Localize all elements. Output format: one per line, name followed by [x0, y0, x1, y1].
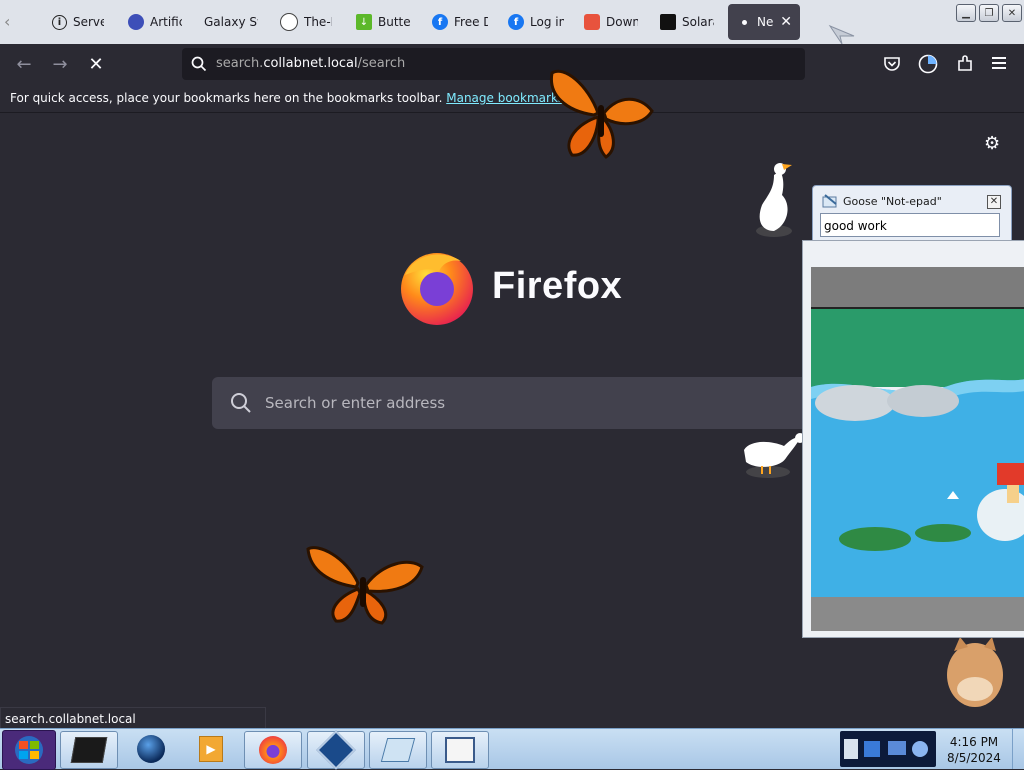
stop-loading-button[interactable]: ✕: [84, 52, 108, 76]
taskbar: ▶ 4:16 PM 8/5/2024: [0, 728, 1024, 770]
system-tray: [840, 731, 936, 767]
tab-login[interactable]: f Log in: [508, 6, 564, 38]
tab-github[interactable]: The-M: [280, 6, 332, 38]
document-icon: [445, 737, 475, 763]
tab-label: Free D: [454, 15, 488, 29]
taskbar-clock[interactable]: 4:16 PM 8/5/2024: [940, 734, 1008, 766]
tray-network-icon[interactable]: [864, 741, 880, 757]
bookmarks-toolbar: For quick access, place your bookmarks h…: [0, 84, 1024, 113]
url-bar[interactable]: search.collabnet.local/search: [182, 48, 805, 80]
extensions-icon[interactable]: [956, 55, 974, 73]
store-icon: [584, 14, 600, 30]
maximize-button[interactable]: ❐: [979, 4, 999, 22]
back-button[interactable]: ←: [12, 52, 36, 76]
tab-label: Butter: [378, 15, 410, 29]
tray-volume-icon[interactable]: [912, 741, 928, 757]
status-url: search.collabnet.local: [5, 712, 136, 726]
clock-time: 4:16 PM: [949, 735, 999, 749]
minimize-button[interactable]: ▁: [956, 4, 976, 22]
loading-dot-icon: [742, 19, 747, 25]
facebook-icon: f: [432, 14, 448, 30]
start-button[interactable]: [2, 730, 56, 770]
pocket-icon[interactable]: [883, 56, 901, 72]
nav-toolbar: ← → ✕ search.collabnet.local/search: [0, 44, 1024, 84]
settings-gear-icon[interactable]: ⚙: [984, 135, 1002, 153]
butterfly-icon: [306, 546, 424, 625]
goose-icon: [756, 163, 792, 237]
tab-label: Galaxy Sw: [204, 15, 258, 29]
tab-butter[interactable]: ↓ Butter: [356, 6, 410, 38]
search-placeholder: Search or enter address: [265, 394, 446, 412]
solara-icon: [660, 14, 676, 30]
goose-pond-image: [811, 267, 1024, 631]
paper-plane-icon: [828, 24, 855, 45]
cat-icon: [947, 637, 1003, 707]
forward-button[interactable]: →: [48, 52, 72, 76]
account-icon[interactable]: [918, 54, 938, 74]
show-desktop-button[interactable]: [1012, 729, 1024, 769]
meme-image-window[interactable]: [802, 240, 1024, 638]
tab-label: Artific: [150, 15, 182, 29]
tab-label: Server: [73, 15, 104, 29]
tab-label: Solara: [682, 15, 714, 29]
download-icon: ↓: [356, 14, 372, 30]
search-icon: [191, 56, 207, 72]
url-text[interactable]: search.collabnet.local/search: [216, 56, 405, 71]
tab-solara[interactable]: Solara: [660, 6, 714, 38]
notepad-close-button[interactable]: ✕: [987, 195, 1001, 209]
tab-server[interactable]: i Server: [52, 6, 104, 38]
tab-scroll-left-button[interactable]: ‹: [4, 12, 22, 32]
new-tab-search-box[interactable]: Search or enter address: [212, 377, 812, 429]
close-window-button[interactable]: ✕: [1002, 4, 1022, 22]
windows-logo-icon: [15, 736, 43, 764]
tab-label: Log in: [530, 15, 564, 29]
butterfly-icon: [549, 69, 654, 159]
tab-label: Ne: [757, 15, 774, 29]
tab-label: Down: [606, 15, 638, 29]
tab-download[interactable]: Down: [584, 6, 638, 38]
taskbar-notepad-button[interactable]: [369, 731, 427, 769]
tab-label: The-M: [304, 15, 332, 29]
taskbar-explorer-button[interactable]: [60, 731, 118, 769]
taskbar-ie-button[interactable]: [123, 731, 179, 767]
tab-free[interactable]: f Free D: [432, 6, 488, 38]
github-icon: [280, 13, 298, 31]
tab-strip: ‹ i Server Artific Galaxy Sw The-M ↓ But…: [0, 0, 1024, 45]
tab-galaxy[interactable]: Galaxy Sw: [204, 6, 258, 38]
url-prefix: search.: [216, 56, 264, 71]
firefox-wordmark: Firefox: [492, 265, 623, 307]
url-domain: collabnet.local: [263, 56, 358, 71]
taskbar-document-button[interactable]: [431, 731, 489, 769]
notepad-icon: [822, 194, 837, 208]
tray-monitor-icon[interactable]: [888, 741, 906, 755]
bookmarks-hint-text: For quick access, place your bookmarks h…: [10, 91, 443, 105]
firefox-icon: [259, 736, 287, 764]
taskbar-media-button[interactable]: ▶: [183, 731, 239, 767]
info-icon: i: [52, 14, 67, 30]
tab-artificial[interactable]: Artific: [128, 6, 182, 38]
clock-date: 8/5/2024: [947, 751, 1001, 765]
notepad-title: Goose "Not-epad": [843, 195, 942, 208]
taskbar-virtualbox-button[interactable]: [307, 730, 365, 770]
virtualbox-icon: [316, 730, 356, 770]
globe-icon: [128, 14, 144, 30]
facebook-icon: f: [508, 14, 524, 30]
tab-new-tab-active[interactable]: Ne ✕: [728, 4, 800, 40]
close-tab-icon[interactable]: ✕: [780, 14, 792, 30]
goose-notepad-window: Goose "Not-epad" ✕ good work: [812, 185, 1012, 244]
bookmarks-hint: For quick access, place your bookmarks h…: [10, 91, 576, 105]
tray-show-hidden-icon[interactable]: [844, 739, 858, 759]
media-player-icon: ▶: [199, 736, 223, 762]
folder-icon: [70, 737, 108, 763]
menu-hamburger-icon[interactable]: [992, 56, 1006, 70]
taskbar-firefox-button[interactable]: [244, 731, 302, 769]
globe-icon: [137, 735, 165, 763]
notepad-text-field[interactable]: good work: [820, 213, 1000, 237]
firefox-logo-icon: [401, 253, 473, 325]
search-icon: [231, 393, 251, 413]
url-path: /search: [357, 56, 406, 71]
notepad-app-icon: [380, 738, 416, 762]
